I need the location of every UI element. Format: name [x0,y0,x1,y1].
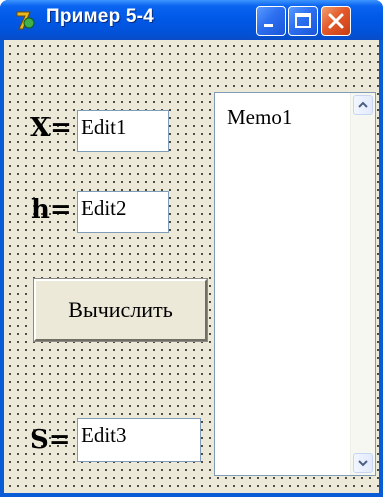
s-label: S= [30,425,71,455]
h-label: h= [31,195,72,225]
title-bar[interactable]: Пример 5-4 [0,0,383,40]
s-edit[interactable]: Edit3 [77,418,201,462]
close-button[interactable] [321,6,351,36]
window-title: Пример 5-4 [46,6,154,27]
memo-text: Memo1 [227,105,293,129]
h-edit[interactable]: Edit2 [77,191,169,233]
close-icon [328,13,344,29]
chevron-down-icon [358,460,368,467]
maximize-button[interactable] [288,6,318,36]
chevron-up-icon [358,101,368,108]
x-label: X= [30,113,72,143]
minimize-icon [264,24,273,27]
delphi-app-icon [14,9,36,31]
app-window: Пример 5-4 X= Edit1 h= Edit2 Вычислить S… [0,0,383,497]
x-edit[interactable]: Edit1 [77,110,169,152]
calculate-button[interactable]: Вычислить [33,278,208,342]
memo-box[interactable]: Memo1 [214,92,376,476]
minimize-button[interactable] [256,6,286,36]
vertical-scrollbar[interactable] [350,93,375,475]
scroll-down-button[interactable] [353,453,373,473]
scroll-up-button[interactable] [353,95,373,115]
maximize-icon [295,13,311,28]
form-client-area: X= Edit1 h= Edit2 Вычислить S= Edit3 Mem… [4,40,379,493]
